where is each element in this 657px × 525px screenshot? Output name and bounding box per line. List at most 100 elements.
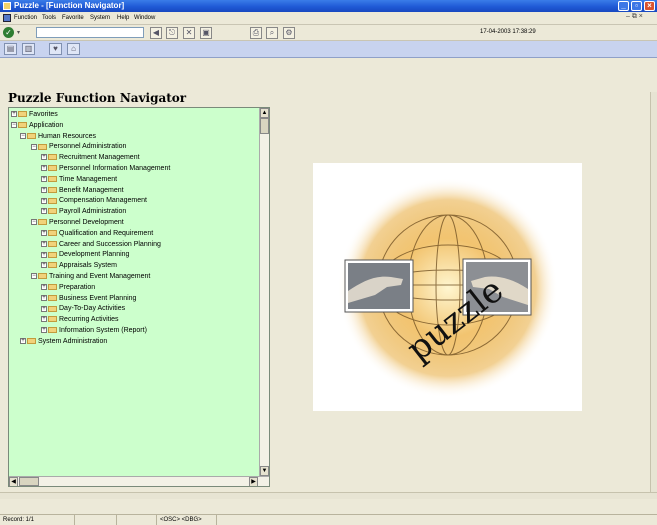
tree-node[interactable]: + Benefit Management: [41, 186, 124, 196]
scroll-left-icon[interactable]: ◀: [9, 477, 18, 486]
expand-toggle-icon[interactable]: +: [41, 208, 47, 215]
tree-node-label[interactable]: Preparation: [59, 284, 95, 291]
tree-node-label[interactable]: Payroll Administration: [59, 208, 126, 215]
tree-node-label[interactable]: Recruitment Management: [59, 154, 140, 161]
tree-horizontal-scrollbar[interactable]: ◀ ▶: [9, 476, 269, 486]
expand-toggle-icon[interactable]: +: [41, 175, 47, 182]
tree-node[interactable]: + Appraisals System: [41, 261, 117, 271]
cancel-icon[interactable]: ✕: [183, 27, 195, 39]
tree-node-label[interactable]: Personnel Administration: [49, 143, 126, 150]
expand-toggle-icon[interactable]: +: [11, 111, 17, 118]
maximize-icon[interactable]: ▫: [631, 1, 642, 11]
add-favorite-icon[interactable]: ♥: [49, 43, 62, 55]
tree-node[interactable]: + System Administration: [20, 337, 107, 347]
tree-node-label[interactable]: Appraisals System: [59, 262, 117, 269]
tree-node[interactable]: + Qualification and Requirement: [41, 229, 153, 239]
menu-favorite[interactable]: Favorite: [62, 13, 84, 23]
tree-node-label[interactable]: Human Resources: [38, 133, 96, 140]
tree-node-label[interactable]: Recurring Activities: [59, 316, 119, 323]
tree-node-label[interactable]: Personnel Information Management: [59, 165, 170, 172]
ok-check-icon[interactable]: ✓: [3, 27, 14, 38]
settings-icon[interactable]: ⚙: [283, 27, 295, 39]
collapse-toggle-icon[interactable]: −: [11, 121, 17, 128]
exit-icon[interactable]: ⎋: [166, 27, 178, 39]
tree-node[interactable]: − Personnel Development: [31, 218, 124, 228]
expand-all-icon[interactable]: ▤: [4, 43, 17, 55]
expand-toggle-icon[interactable]: +: [41, 327, 47, 334]
expand-toggle-icon[interactable]: +: [41, 305, 47, 312]
tree-node-label[interactable]: System Administration: [38, 338, 107, 345]
tree-node[interactable]: + Day-To-Day Activities: [41, 304, 125, 314]
expand-toggle-icon[interactable]: +: [41, 240, 47, 247]
menu-window[interactable]: Window: [134, 13, 155, 23]
tree-node[interactable]: − Personnel Administration: [31, 142, 126, 152]
tree-node-label[interactable]: Day-To-Day Activities: [59, 305, 125, 312]
tree-node[interactable]: − Human Resources: [20, 132, 96, 142]
expand-toggle-icon[interactable]: +: [41, 197, 47, 204]
remove-favorite-icon[interactable]: ⌂: [67, 43, 80, 55]
menu-tools[interactable]: Tools: [42, 13, 56, 23]
scroll-up-icon[interactable]: ▲: [260, 108, 269, 118]
expand-toggle-icon[interactable]: +: [41, 283, 47, 290]
tree-node-label[interactable]: Compensation Management: [59, 197, 147, 204]
tree-node-label[interactable]: Application: [29, 122, 63, 129]
collapse-toggle-icon[interactable]: −: [31, 143, 37, 150]
tree-node-label[interactable]: Business Event Planning: [59, 295, 136, 302]
tree-node-label[interactable]: Personnel Development: [49, 219, 124, 226]
expand-toggle-icon[interactable]: +: [41, 262, 47, 269]
expand-toggle-icon[interactable]: +: [41, 294, 47, 301]
scroll-down-icon[interactable]: ▼: [260, 466, 269, 476]
close-icon[interactable]: ×: [644, 1, 655, 11]
minimize-icon[interactable]: _: [618, 1, 629, 11]
back-icon[interactable]: ◀: [150, 27, 162, 39]
expand-toggle-icon[interactable]: +: [41, 251, 47, 258]
tree-node[interactable]: + Recruitment Management: [41, 153, 140, 163]
tree-node[interactable]: + Recurring Activities: [41, 315, 119, 325]
expand-toggle-icon[interactable]: +: [20, 337, 26, 344]
tree-node[interactable]: + Payroll Administration: [41, 207, 126, 217]
command-field[interactable]: [36, 27, 144, 38]
tree-node-label[interactable]: Benefit Management: [59, 187, 124, 194]
scroll-right-icon[interactable]: ▶: [249, 477, 258, 486]
tree-node[interactable]: + Time Management: [41, 175, 117, 185]
expand-toggle-icon[interactable]: +: [41, 165, 47, 172]
collapse-toggle-icon[interactable]: −: [20, 132, 26, 139]
collapse-all-icon[interactable]: ▥: [22, 43, 35, 55]
tree-node-label[interactable]: Favorites: [29, 111, 58, 118]
tree-node-label[interactable]: Time Management: [59, 176, 117, 183]
expand-toggle-icon[interactable]: +: [41, 316, 47, 323]
tree-node-label[interactable]: Career and Succession Planning: [59, 241, 161, 248]
main-horizontal-scrollbar[interactable]: [0, 492, 657, 499]
tree-node[interactable]: + Personnel Information Management: [41, 164, 170, 174]
dropdown-arrow-icon[interactable]: ▾: [17, 29, 20, 36]
hscroll-thumb[interactable]: [19, 477, 39, 486]
tree-node[interactable]: − Training and Event Management: [31, 272, 150, 282]
menu-system[interactable]: System: [90, 13, 110, 23]
tree-node[interactable]: + Information System (Report): [41, 326, 147, 336]
print-icon[interactable]: ⎙: [250, 27, 262, 39]
find-icon[interactable]: ⌕: [266, 27, 278, 39]
tree-node-label[interactable]: Qualification and Requirement: [59, 230, 153, 237]
tree-node[interactable]: + Business Event Planning: [41, 294, 136, 304]
tree-node[interactable]: + Development Planning: [41, 250, 129, 260]
tree-node[interactable]: + Career and Succession Planning: [41, 240, 161, 250]
tree-node[interactable]: + Preparation: [41, 283, 95, 293]
tree-node[interactable]: + Compensation Management: [41, 196, 147, 206]
tree-node[interactable]: + Favorites: [11, 110, 58, 120]
mdi-controls[interactable]: – ⧉ ×: [626, 13, 643, 21]
expand-toggle-icon[interactable]: +: [41, 229, 47, 236]
expand-toggle-icon[interactable]: +: [41, 154, 47, 161]
collapse-toggle-icon[interactable]: −: [31, 219, 37, 226]
tree-node[interactable]: − Application: [11, 121, 63, 131]
save-icon[interactable]: ▣: [200, 27, 212, 39]
main-vertical-scrollbar[interactable]: [650, 92, 657, 492]
expand-toggle-icon[interactable]: +: [41, 186, 47, 193]
tree-node-label[interactable]: Development Planning: [59, 251, 129, 258]
tree-node-label[interactable]: Information System (Report): [59, 327, 147, 334]
collapse-toggle-icon[interactable]: −: [31, 273, 37, 280]
scroll-thumb[interactable]: [260, 118, 269, 134]
menu-help[interactable]: Help: [117, 13, 129, 23]
menu-function[interactable]: Function: [14, 13, 37, 23]
tree-node-label[interactable]: Training and Event Management: [49, 273, 150, 280]
tree-vertical-scrollbar[interactable]: ▲ ▼: [259, 108, 269, 476]
